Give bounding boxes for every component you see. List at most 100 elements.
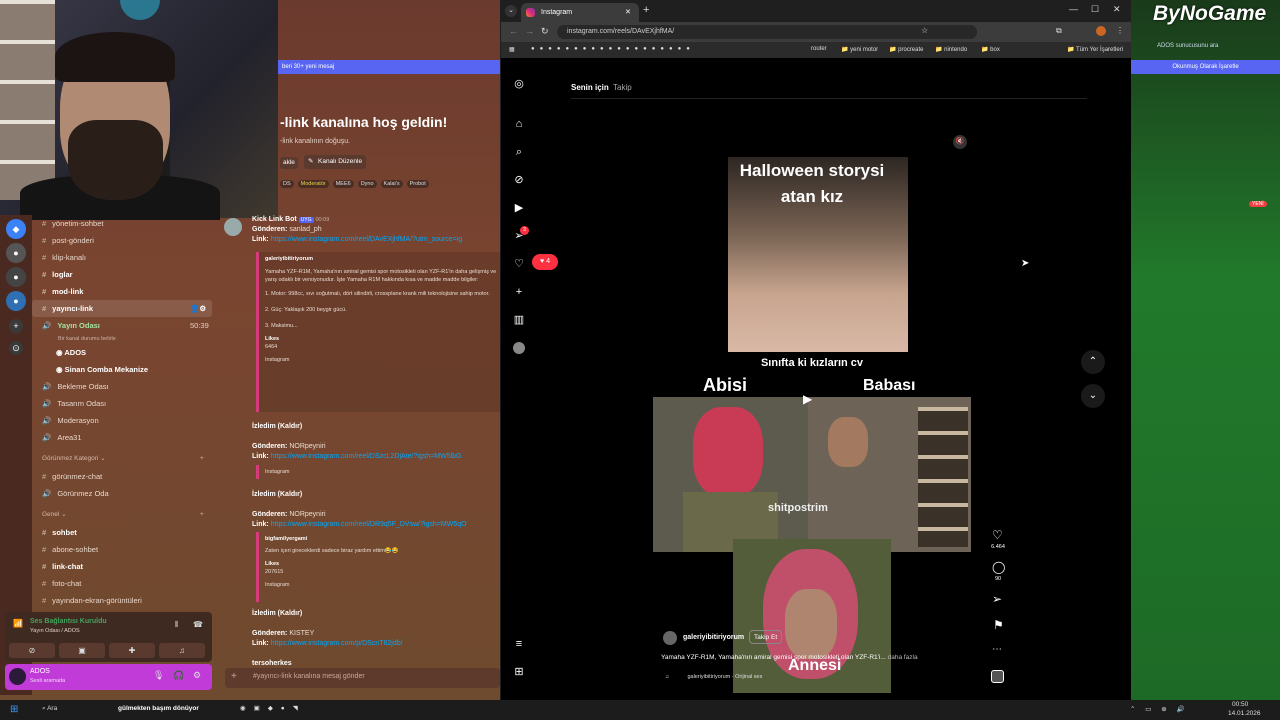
user-name[interactable]: ADOS: [30, 668, 50, 675]
taskbar-search[interactable]: ⌕ Ara: [42, 705, 57, 713]
close-window-icon[interactable]: ✕: [1113, 4, 1121, 15]
explore-icon[interactable]: ⊙: [9, 341, 23, 355]
reels-icon[interactable]: ▶: [513, 202, 525, 214]
soundboard-button[interactable]: ♫: [159, 643, 205, 658]
play-icon[interactable]: ▶: [803, 392, 821, 410]
like-icon[interactable]: ♡: [992, 528, 1003, 542]
now-playing[interactable]: gülmekten başım dönüyor: [118, 705, 199, 712]
settings-icon[interactable]: ⚙: [193, 670, 201, 681]
extensions-icon[interactable]: ⧉: [1056, 26, 1062, 36]
account-name[interactable]: galeriyibitiriyorum: [683, 634, 744, 641]
new-tab-icon[interactable]: +: [643, 4, 649, 16]
noise-icon[interactable]: ⫴: [175, 620, 178, 630]
mute-icon[interactable]: 🔇: [953, 135, 967, 149]
reel-video[interactable]: Halloween storysi atan kız Sınıfta ki kı…: [653, 127, 971, 693]
voice-channel[interactable]: 🔊 Görünmez Oda: [32, 485, 212, 502]
tab-for-you[interactable]: Senin için: [571, 83, 609, 92]
voice-user[interactable]: ◉ ADOS: [32, 344, 212, 361]
message-link[interactable]: https://www.instagram.com/p/DScnT62jdb/: [271, 640, 403, 647]
share-icon[interactable]: ➢: [992, 592, 1002, 606]
previous-reel-button[interactable]: ⌃: [1081, 350, 1105, 374]
message-link[interactable]: https://www.instagram.com/reel/DR9q5F_DV…: [271, 521, 467, 528]
channel-item[interactable]: # yayından-ekran-görüntüleri: [32, 592, 212, 609]
next-reel-button[interactable]: ⌄: [1081, 384, 1105, 408]
message-link[interactable]: https://www.instagram.com/reel/DSzcL2DjA…: [271, 453, 462, 460]
embed-author[interactable]: galeriyibitiriyorum: [265, 255, 500, 263]
voice-channel[interactable]: 🔊 Area31: [32, 429, 212, 446]
notifications-icon[interactable]: ♡: [513, 258, 525, 270]
bookmark-item[interactable]: 📁 box: [981, 46, 1000, 53]
clock-time[interactable]: 00:50: [1232, 701, 1248, 708]
screen-share-button[interactable]: ▣: [59, 643, 105, 658]
reload-icon[interactable]: ↻: [541, 26, 549, 37]
channel-item[interactable]: # klip-kanalı: [32, 249, 212, 266]
channel-item[interactable]: # görünmez-chat: [32, 468, 212, 485]
voice-status[interactable]: Ses Bağlantısı Kuruldu: [30, 618, 107, 625]
tray-icons[interactable]: ⌃ ▭ ⊕ 🔊: [1130, 705, 1189, 713]
apps-icon[interactable]: ▦: [509, 46, 515, 53]
minimize-icon[interactable]: —: [1069, 4, 1078, 14]
server-icon[interactable]: ●: [6, 291, 26, 311]
more-options-icon[interactable]: ⋯: [992, 644, 1002, 655]
back-icon[interactable]: ←: [509, 26, 518, 36]
bookmark-item[interactable]: 📁 nintendo: [935, 46, 967, 53]
avatar[interactable]: [9, 668, 26, 685]
channel-item[interactable]: # loglar: [32, 266, 212, 283]
category-general[interactable]: Genel ⌄ +: [32, 502, 212, 524]
audio-thumbnail[interactable]: [991, 670, 1004, 683]
channel-item[interactable]: # abone-sohbet: [32, 541, 212, 558]
watched-label[interactable]: İzledim (Kaldır): [252, 610, 302, 617]
server-icon[interactable]: ●: [6, 243, 26, 263]
home-icon[interactable]: ⌂: [513, 118, 525, 130]
embed-author[interactable]: bigfamilyergami: [265, 535, 500, 543]
bot-name[interactable]: Kick Link Bot: [252, 216, 297, 223]
channel-item[interactable]: # foto-chat: [32, 575, 212, 592]
all-bookmarks[interactable]: 📁 Tüm Yer İşaretleri: [1067, 46, 1123, 53]
create-icon[interactable]: +: [513, 286, 525, 298]
voice-channel[interactable]: 🔊 Yayın Odası 50:39: [32, 317, 212, 334]
watched-label[interactable]: İzledim (Kaldır): [252, 423, 302, 430]
explore-icon[interactable]: ⊘: [513, 174, 525, 186]
channel-item[interactable]: # link-chat: [32, 558, 212, 575]
add-channel-icon[interactable]: +: [200, 446, 204, 472]
voice-channel[interactable]: 🔊 Moderasyon: [32, 412, 212, 429]
profile-icon[interactable]: [1096, 26, 1106, 36]
tab-instagram[interactable]: Instagram ✕: [521, 3, 639, 22]
category-hidden[interactable]: Görünmez Kategori ⌄ +: [32, 446, 212, 468]
bookmark-item[interactable]: 📁 yeni motor: [841, 46, 878, 53]
headphones-icon[interactable]: 🎧: [173, 670, 184, 681]
message-input[interactable]: + #yayıncı-link kanalına mesaj gönder: [225, 668, 500, 688]
channel-item[interactable]: # yayıncı-link 👤⚙: [32, 300, 212, 317]
watched-label[interactable]: İzledim (Kaldır): [252, 491, 302, 498]
bookmark-icons[interactable]: ●●●●●●●●●●●●●●●●●●●: [531, 46, 695, 52]
sender-name[interactable]: tersoherkes: [252, 660, 292, 667]
tab-following[interactable]: Takip: [613, 83, 632, 92]
clock-date[interactable]: 14.01.2026: [1228, 710, 1261, 717]
more-link[interactable]: daha fazla: [888, 654, 918, 661]
account-avatar[interactable]: [663, 631, 677, 645]
mark-read-button[interactable]: Okunmuş Olarak İşaretle: [1131, 60, 1280, 74]
voice-user[interactable]: ◉ Sinan Comba Mekanize: [32, 361, 212, 378]
messages-icon[interactable]: ➢ 3: [513, 226, 529, 242]
server-search-input[interactable]: ADOS sunucusunu ara: [1151, 40, 1271, 53]
activities-button[interactable]: ✚: [109, 643, 155, 658]
voice-status-set[interactable]: Bir kanal durumu belirle: [32, 334, 212, 344]
menu-icon[interactable]: ⋮: [1116, 26, 1124, 35]
follow-button[interactable]: Takip Et: [749, 630, 783, 644]
server-icon[interactable]: ◆: [6, 219, 26, 239]
channel-item[interactable]: # yönetim-sohbet: [32, 215, 212, 232]
add-server-icon[interactable]: +: [9, 319, 23, 333]
url-field[interactable]: instagram.com/reels/DAvEXjhfMA/: [557, 25, 977, 39]
camera-off-button[interactable]: ⊘: [9, 643, 55, 658]
voice-channel[interactable]: 🔊 Tasarım Odası: [32, 395, 212, 412]
message-link[interactable]: https://www.instagram.com/reel/DAvEXjhfM…: [271, 236, 462, 243]
threads-icon[interactable]: ⊞: [513, 666, 525, 678]
bookmark-item[interactable]: router: [811, 46, 827, 52]
instagram-logo-icon[interactable]: ◎: [513, 78, 525, 90]
add-member-icon[interactable]: 👤⚙: [190, 300, 206, 317]
notification-popup[interactable]: ♥ 4: [532, 254, 558, 270]
more-menu-icon[interactable]: ≡: [513, 638, 525, 650]
comment-icon[interactable]: ◯: [992, 560, 1005, 574]
microphone-icon[interactable]: 🎙: [153, 670, 164, 681]
profile-avatar[interactable]: [513, 342, 525, 354]
